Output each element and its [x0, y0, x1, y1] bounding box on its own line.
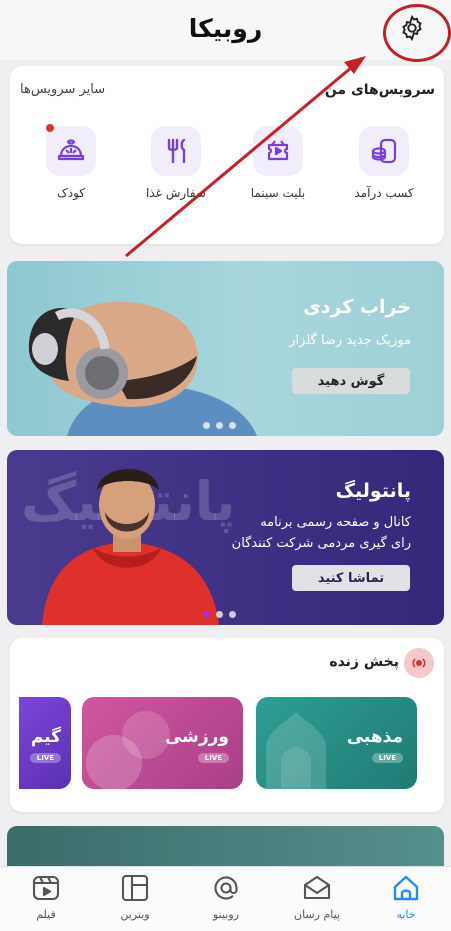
nav-label: خانه — [396, 908, 416, 921]
nav-label: فیلم — [36, 908, 56, 921]
nav-home[interactable]: خانه — [366, 874, 446, 921]
nav-label: پیام رسان — [294, 908, 340, 921]
annotation-arrow — [125, 56, 366, 258]
at-sign-icon — [214, 876, 238, 900]
nav-showcase[interactable]: ویترین — [95, 874, 175, 921]
nav-film[interactable]: فیلم — [6, 874, 86, 921]
home-icon — [393, 875, 419, 901]
nav-label: روبینو — [212, 908, 239, 921]
envelope-icon — [303, 875, 331, 900]
film-icon — [32, 875, 60, 901]
nav-messenger[interactable]: پیام رسان — [277, 874, 357, 921]
nav-label: ویترین — [120, 908, 150, 921]
grid-icon — [121, 874, 149, 902]
nav-rubino[interactable]: روبینو — [186, 874, 266, 921]
